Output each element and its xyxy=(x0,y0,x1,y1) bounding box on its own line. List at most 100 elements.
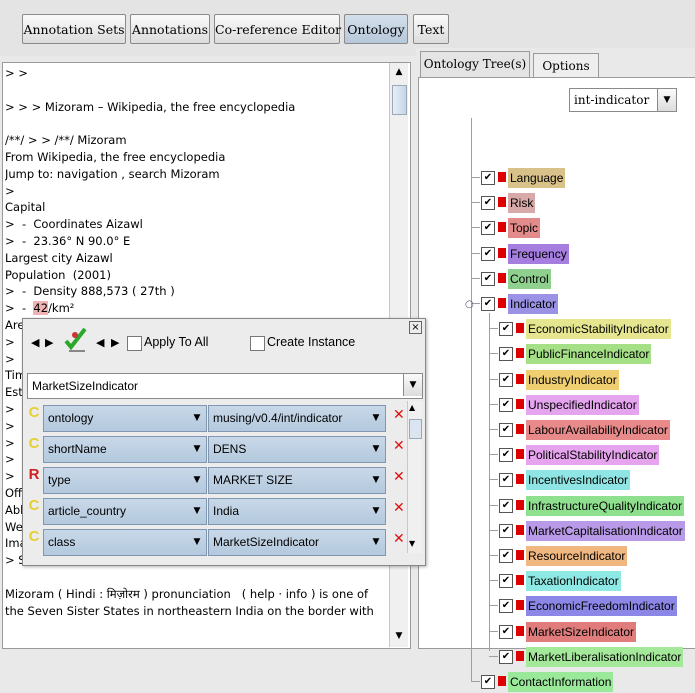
expand-toggle-icon[interactable]: ○ xyxy=(465,299,474,310)
ontology-button[interactable]: Ontology xyxy=(344,14,408,44)
tree-node-checkbox[interactable]: ✔ xyxy=(481,246,495,261)
feature-row: Contology ▼ musing/v0.4/int/indicator ▼ ✕ xyxy=(27,403,413,434)
tree-connector xyxy=(489,313,490,651)
delete-feature-icon[interactable]: ✕ xyxy=(393,469,405,485)
coreference-editor-button[interactable]: Co-reference Editor xyxy=(214,14,341,44)
highlighted-annotation[interactable]: 42 xyxy=(33,301,49,316)
feature-name-select[interactable]: article_country ▼ xyxy=(43,498,207,525)
tree-node-label[interactable]: MarketCapitalisationIndicator xyxy=(526,520,685,541)
tree-node-label[interactable]: Topic xyxy=(508,218,541,239)
class-icon xyxy=(516,650,524,661)
chevron-down-icon[interactable]: ▼ xyxy=(188,499,206,524)
tree-node-label[interactable]: EconomicFreedomIndicator xyxy=(526,596,677,617)
tree-node-label[interactable]: UnspecifiedIndicator xyxy=(526,394,639,415)
scroll-thumb[interactable] xyxy=(409,419,422,439)
scroll-up-icon[interactable]: ▲ xyxy=(409,403,415,412)
tree-node-label[interactable]: Indicator xyxy=(508,294,559,314)
annotation-sets-button[interactable]: Annotation Sets xyxy=(22,14,126,44)
chevron-down-icon[interactable]: ▼ xyxy=(367,499,385,524)
feature-value-select[interactable]: India ▼ xyxy=(208,498,386,525)
tree-node-checkbox[interactable]: ✔ xyxy=(499,649,513,664)
scroll-up-icon[interactable]: ▲ xyxy=(392,65,406,79)
chevron-down-icon[interactable]: ▼ xyxy=(657,89,676,111)
text-button[interactable]: Text xyxy=(413,14,449,44)
tree-node-label[interactable]: PoliticalStabilityIndicator xyxy=(526,445,660,466)
feature-name-select[interactable]: class ▼ xyxy=(43,529,207,556)
right-arrow-icon[interactable]: ▶ xyxy=(111,336,119,349)
tree-node-checkbox[interactable]: ✔ xyxy=(499,599,513,614)
tree-node-checkbox[interactable]: ✔ xyxy=(499,549,513,563)
tree-node-checkbox[interactable]: ✔ xyxy=(499,523,513,538)
tree-node-checkbox[interactable]: ✔ xyxy=(499,448,513,463)
apply-to-all-checkbox[interactable] xyxy=(127,336,142,351)
chevron-down-icon[interactable]: ▼ xyxy=(367,530,385,555)
tab-options[interactable]: Options xyxy=(533,53,599,77)
delete-feature-icon[interactable]: ✕ xyxy=(393,407,405,423)
tree-node-checkbox[interactable]: ✔ xyxy=(499,322,513,337)
create-instance-checkbox[interactable] xyxy=(250,336,265,351)
chevron-down-icon[interactable]: ▼ xyxy=(367,437,385,462)
tree-node-label[interactable]: Frequency xyxy=(508,243,569,264)
next-icon[interactable]: ▶ xyxy=(45,336,53,349)
tree-node-checkbox[interactable]: ✔ xyxy=(499,372,513,387)
left-arrow-icon[interactable]: ◀ xyxy=(96,336,104,349)
tree-node-label[interactable]: IncentivesIndicator xyxy=(526,470,631,491)
ontology-select[interactable]: int-indicator ▼ xyxy=(569,88,677,112)
annotations-button[interactable]: Annotations xyxy=(130,14,210,44)
tree-node-checkbox[interactable]: ✔ xyxy=(499,397,513,412)
pin-edit-icon[interactable] xyxy=(63,325,89,356)
feature-value-select[interactable]: DENS ▼ xyxy=(208,436,386,463)
tree-node-checkbox[interactable]: ✔ xyxy=(481,297,495,311)
feature-name-select[interactable]: shortName ▼ xyxy=(43,436,207,463)
feature-value-select[interactable]: MARKET SIZE ▼ xyxy=(208,467,386,494)
tree-node-checkbox[interactable]: ✔ xyxy=(499,574,513,589)
chevron-down-icon[interactable]: ▼ xyxy=(188,468,206,493)
tree-node-checkbox[interactable]: ✔ xyxy=(481,675,495,689)
delete-feature-icon[interactable]: ✕ xyxy=(393,531,405,547)
tree-node-checkbox[interactable]: ✔ xyxy=(481,196,495,211)
chevron-down-icon[interactable]: ▼ xyxy=(188,406,206,431)
tree-node-checkbox[interactable]: ✔ xyxy=(499,347,513,362)
popup-scrollbar[interactable]: ▲ ▼ xyxy=(407,401,422,553)
tree-node-checkbox[interactable]: ✔ xyxy=(499,423,513,437)
feature-value-select[interactable]: MarketSizeIndicator ▼ xyxy=(208,529,386,556)
tree-node-label[interactable]: InfrastructureQualityIndicator xyxy=(526,495,685,516)
tree-node-checkbox[interactable]: ✔ xyxy=(481,221,495,236)
tree-node-checkbox[interactable]: ✔ xyxy=(481,271,495,286)
tree-node-label[interactable]: LabourAvailabilityIndicator xyxy=(526,420,670,440)
tree-node-label[interactable]: TaxationIndicator xyxy=(526,571,621,592)
tree-node-checkbox[interactable]: ✔ xyxy=(481,171,495,185)
annotation-type-select[interactable]: MarketSizeIndicator ▼ xyxy=(27,373,423,399)
chevron-down-icon[interactable]: ▼ xyxy=(403,374,422,396)
scroll-down-icon[interactable]: ▼ xyxy=(392,629,406,643)
tree-node-label[interactable]: EconomicStabilityIndicator xyxy=(526,319,671,340)
delete-feature-icon[interactable]: ✕ xyxy=(393,438,405,454)
chevron-down-icon[interactable]: ▼ xyxy=(188,437,206,462)
close-icon[interactable]: × xyxy=(409,321,422,334)
delete-feature-icon[interactable]: ✕ xyxy=(393,500,405,516)
chevron-down-icon[interactable]: ▼ xyxy=(367,468,385,493)
scroll-down-icon[interactable]: ▼ xyxy=(409,539,415,548)
tree-node-label[interactable]: ResourceIndicator xyxy=(526,546,628,566)
chevron-down-icon[interactable]: ▼ xyxy=(367,406,385,431)
tree-node-label[interactable]: ContactInformation xyxy=(508,672,614,692)
scroll-thumb[interactable] xyxy=(392,85,407,115)
class-icon xyxy=(498,197,506,208)
tree-node-label[interactable]: IndustryIndicator xyxy=(526,369,619,390)
tree-node-label[interactable]: Risk xyxy=(508,193,536,214)
tree-node-checkbox[interactable]: ✔ xyxy=(499,473,513,488)
feature-value-select[interactable]: musing/v0.4/int/indicator ▼ xyxy=(208,405,386,432)
tree-node-checkbox[interactable]: ✔ xyxy=(499,498,513,513)
tab-ontology-trees[interactable]: Ontology Tree(s) xyxy=(420,51,530,77)
tree-node-label[interactable]: MarketSizeIndicator xyxy=(526,621,637,642)
class-icon xyxy=(516,550,524,560)
feature-name-select[interactable]: type ▼ xyxy=(43,467,207,494)
feature-name-select[interactable]: ontology ▼ xyxy=(43,405,207,432)
tree-node-label[interactable]: Control xyxy=(508,268,551,289)
tree-node-label[interactable]: MarketLiberalisationIndicator xyxy=(526,646,684,667)
tree-node-label[interactable]: Language xyxy=(508,168,566,188)
chevron-down-icon[interactable]: ▼ xyxy=(188,530,206,555)
tree-node-label[interactable]: PublicFinanceIndicator xyxy=(526,344,652,365)
tree-node-checkbox[interactable]: ✔ xyxy=(499,624,513,639)
previous-icon[interactable]: ◀ xyxy=(31,336,39,349)
